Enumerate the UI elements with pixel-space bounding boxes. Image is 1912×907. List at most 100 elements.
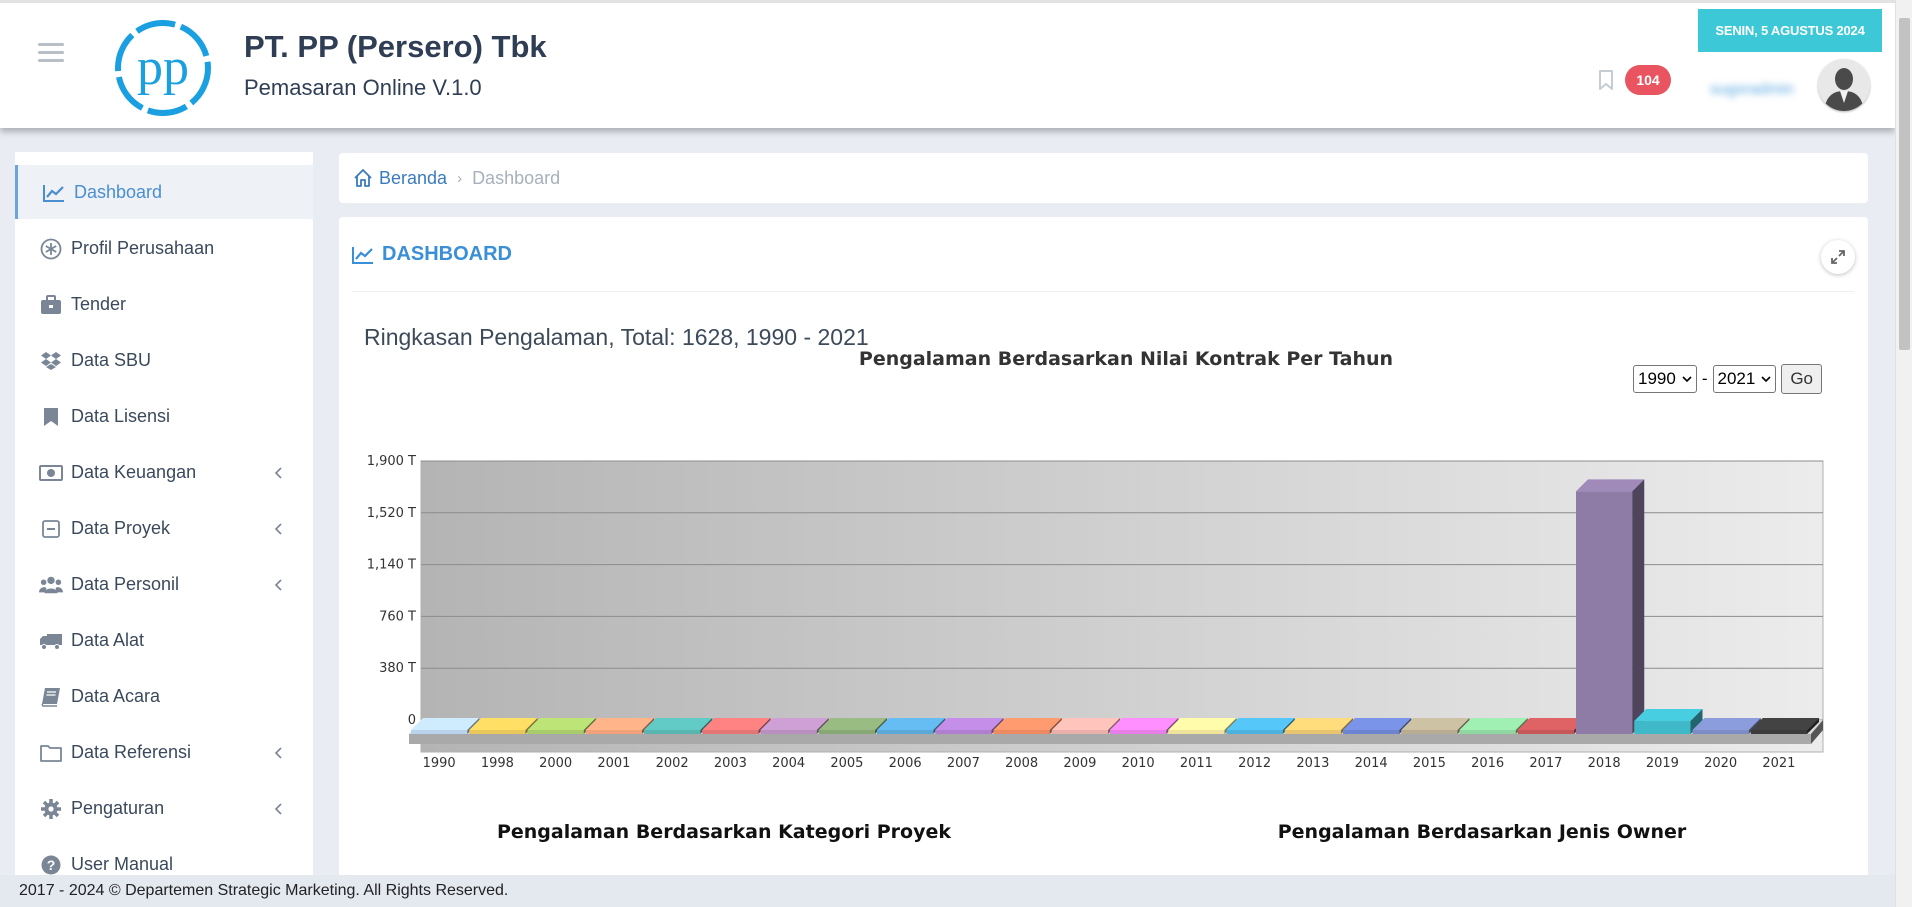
chart-bar (1226, 730, 1283, 734)
breadcrumb: Beranda › Dashboard (339, 153, 1868, 203)
sidebar-item-tender[interactable]: Tender (15, 277, 313, 331)
x-tick-label: 2001 (597, 756, 630, 771)
chevron-left-icon (274, 467, 282, 479)
chart-bar (760, 730, 817, 734)
chart-bar (1168, 730, 1225, 734)
dropbox-icon (39, 350, 63, 372)
sidebar-item-dashboard[interactable]: Dashboard (15, 165, 313, 219)
chart-bar-top (1576, 479, 1645, 492)
briefcase-icon (39, 294, 63, 316)
x-tick-label: 2005 (830, 756, 863, 771)
chart-bar-top (1401, 718, 1470, 730)
x-tick-label: 2018 (1588, 756, 1621, 771)
gear-icon (39, 798, 63, 820)
page-scrollbar[interactable] (1895, 0, 1912, 907)
chart-bar-top (1634, 709, 1703, 722)
chart-bar-top (1226, 718, 1295, 730)
chart-bar (1343, 730, 1400, 734)
sidebar-item-label: Dashboard (74, 181, 163, 202)
y-tick-label: 1,520 T (367, 506, 416, 521)
chart-bar (1459, 730, 1516, 734)
sidebar-item-label: Data Personil (71, 573, 180, 594)
pie-chart-title-owner: Pengalaman Berdasarkan Jenis Owner (1278, 821, 1687, 843)
chart-bar-top (644, 718, 713, 730)
sidebar-item-data-personil[interactable]: Data Personil (15, 557, 313, 611)
chart-bar-top (760, 718, 829, 730)
chevron-left-icon (274, 803, 282, 815)
chevron-left-icon (274, 579, 282, 591)
y-tick-label: 1,900 T (367, 454, 416, 469)
bookmark-icon[interactable] (1597, 69, 1615, 91)
chart-bar (993, 730, 1050, 734)
sidebar-item-label: User Manual (71, 853, 174, 874)
sidebar-item-data-alat[interactable]: Data Alat (15, 613, 313, 667)
chart-bar (1517, 730, 1574, 734)
hamburger-menu-icon[interactable] (38, 43, 64, 62)
sidebar-item-label: Data Keuangan (71, 461, 197, 482)
contract-value-chart: Pengalaman Berdasarkan Nilai Kontrak Per… (367, 348, 1824, 843)
sidebar-item-data-referensi[interactable]: Data Referensi (15, 725, 313, 779)
chart-bar-top (1517, 718, 1586, 730)
scrollbar-thumb[interactable] (1899, 18, 1910, 350)
chart-bar-top (1110, 718, 1179, 730)
sidebar-item-profil-perusahaan[interactable]: Profil Perusahaan (15, 221, 313, 275)
date-badge: SENIN, 5 AGUSTUS 2024 (1698, 9, 1882, 52)
sidebar-item-data-proyek[interactable]: Data Proyek (15, 501, 313, 555)
question-circle-icon: ? (39, 854, 63, 876)
y-tick-label: 1,140 T (367, 558, 416, 573)
y-tick-label: 0 (408, 713, 416, 728)
x-tick-label: 2020 (1704, 756, 1737, 771)
chart-bar (1284, 730, 1341, 734)
sidebar-item-label: Data Referensi (71, 741, 192, 762)
y-tick-label: 380 T (379, 661, 416, 676)
sidebar-item-pengaturan[interactable]: Pengaturan (15, 781, 313, 835)
company-logo: pp (115, 20, 211, 116)
truck-icon (39, 630, 63, 652)
company-name: PT. PP (Persero) Tbk (244, 29, 547, 64)
chart-bar-top (411, 718, 480, 730)
chart-bar-top (585, 718, 654, 730)
sidebar-item-label: Data SBU (71, 349, 152, 370)
chart-bar (702, 730, 759, 734)
chevron-left-icon (274, 523, 282, 535)
sidebar-item-data-sbu[interactable]: Data SBU (15, 333, 313, 387)
chart-bar-top (1168, 718, 1237, 730)
x-tick-label: 2021 (1762, 756, 1795, 771)
user-name[interactable]: sugoradmin (1710, 81, 1794, 99)
x-tick-label: 2013 (1296, 756, 1329, 771)
chart-bar-top (818, 718, 887, 730)
chart-bar-top (1459, 718, 1528, 730)
sidebar-item-label: Data Proyek (71, 517, 171, 538)
x-tick-label: 2006 (889, 756, 922, 771)
chart-bar-top (469, 718, 538, 730)
x-tick-label: 2007 (947, 756, 980, 771)
breadcrumb-current: Dashboard (472, 167, 561, 188)
x-tick-label: 2010 (1122, 756, 1155, 771)
chart-bar (1110, 730, 1167, 734)
app-subtitle: Pemasaran Online V.1.0 (244, 75, 482, 100)
chart-bar (469, 730, 526, 734)
chart-bar (877, 730, 934, 734)
x-tick-label: 2019 (1646, 756, 1679, 771)
breadcrumb-home-link[interactable]: Beranda (379, 168, 447, 189)
sidebar-item-data-acara[interactable]: Data Acara (15, 669, 313, 723)
x-tick-label: 2016 (1471, 756, 1504, 771)
x-tick-label: 2004 (772, 756, 805, 771)
x-tick-label: 2000 (539, 756, 572, 771)
x-tick-label: 2015 (1413, 756, 1446, 771)
chart-bar (1576, 491, 1633, 734)
avatar[interactable] (1818, 59, 1870, 111)
sidebar-item-label: Pengaturan (71, 797, 165, 818)
sidebar-item-data-lisensi[interactable]: Data Lisensi (15, 389, 313, 443)
chart-bar-top (1284, 718, 1353, 730)
home-icon[interactable] (353, 168, 373, 188)
x-tick-label: 1998 (481, 756, 514, 771)
sidebar-item-data-keuangan[interactable]: Data Keuangan (15, 445, 313, 499)
asterisk-circle-icon (39, 238, 63, 260)
users-icon (39, 574, 63, 596)
book-icon (39, 686, 63, 708)
x-tick-label: 2017 (1529, 756, 1562, 771)
y-tick-label: 760 T (379, 609, 416, 624)
chart-bar-top (1750, 718, 1819, 730)
notification-badge[interactable]: 104 (1625, 65, 1671, 95)
